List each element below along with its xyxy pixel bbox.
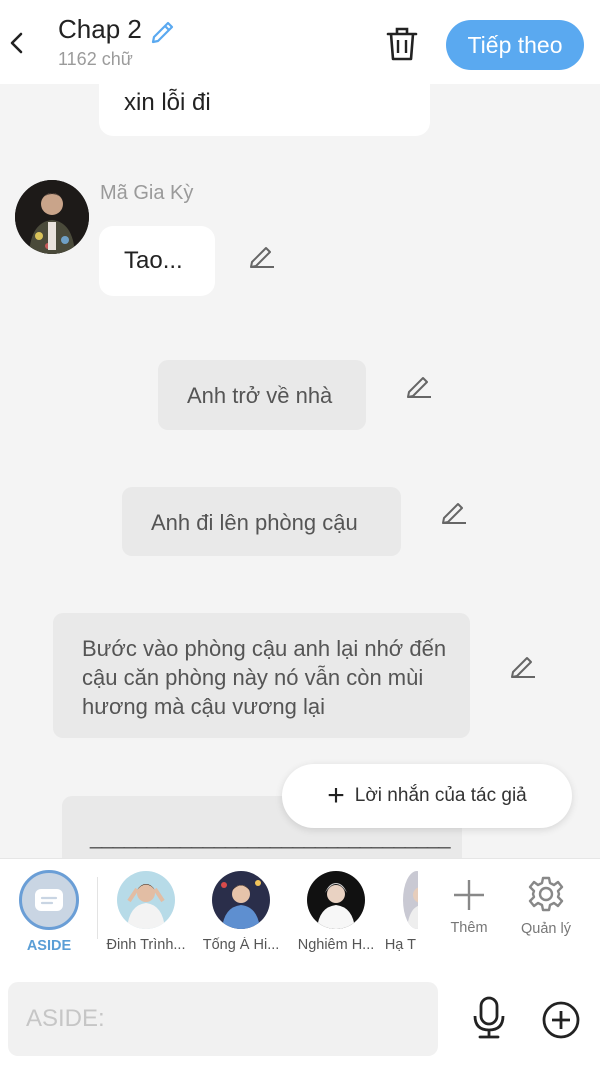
narration-bubble[interactable]: Anh đi lên phòng cậu: [122, 487, 401, 556]
author-note-button[interactable]: + Lời nhắn của tác giả: [282, 764, 572, 828]
character-label: ASIDE: [26, 938, 72, 954]
character-avatar: [212, 871, 270, 929]
composer: [0, 970, 600, 1068]
character-label: Hạ T: [384, 937, 416, 953]
edit-pencil-icon[interactable]: [404, 370, 434, 400]
edit-pencil-icon[interactable]: [247, 240, 277, 270]
manage-characters-button[interactable]: Quản lý: [511, 873, 581, 937]
next-button[interactable]: Tiếp theo: [446, 20, 584, 70]
back-arrow-icon[interactable]: [6, 26, 28, 60]
trash-icon[interactable]: [384, 24, 420, 64]
message-input[interactable]: [8, 982, 438, 1056]
character-item-partial[interactable]: Hạ T: [372, 871, 418, 953]
plus-icon: +: [327, 779, 345, 812]
gear-icon: [528, 876, 564, 912]
character-bar: ASIDE Đinh Trình... Tống Á Hi... Nghiêm …: [0, 858, 600, 970]
message-text: xin lỗi đi: [124, 89, 211, 116]
narration-text: Anh trở về nhà: [187, 383, 333, 408]
plus-icon: [454, 880, 484, 910]
character-avatar: [307, 871, 365, 929]
speaker-message-bubble[interactable]: Tao...: [99, 226, 215, 296]
narration-bubble[interactable]: Bước vào phòng cậu anh lại nhớ đến cậu c…: [53, 613, 470, 738]
narration-text: Bước vào phòng cậu anh lại nhớ đến cậu c…: [82, 636, 447, 719]
chat-story-editor: xin lỗi đi Chap 2 1162 chữ Tiếp theo Mã …: [0, 0, 600, 1068]
add-character-button[interactable]: Thêm: [434, 873, 504, 936]
chapter-title: Chap 2: [58, 14, 142, 44]
character-aside[interactable]: ASIDE: [4, 870, 94, 954]
edit-pencil-icon[interactable]: [439, 496, 469, 526]
author-note-label: Lời nhắn của tác giả: [354, 785, 527, 806]
character-item[interactable]: Nghiêm H...: [291, 871, 381, 953]
character-label: Nghiêm H...: [297, 937, 375, 953]
character-item[interactable]: Tống Á Hi...: [196, 871, 286, 953]
word-count: 1162 chữ: [58, 49, 133, 69]
narration-text: Anh đi lên phòng cậu: [151, 510, 358, 535]
character-avatar: [403, 871, 418, 929]
add-circle-icon[interactable]: [541, 1000, 581, 1040]
message-text: Tao...: [124, 247, 183, 274]
narration-bubble[interactable]: Anh trở về nhà: [158, 360, 366, 430]
aside-avatar: [19, 870, 79, 930]
add-label: Thêm: [450, 920, 488, 936]
character-avatar: [117, 871, 175, 929]
edit-title-pencil-icon[interactable]: [148, 15, 178, 45]
character-label: Đinh Trình...: [106, 937, 186, 953]
edit-pencil-icon[interactable]: [508, 650, 538, 680]
aside-comment-icon: [35, 889, 63, 911]
microphone-icon[interactable]: [470, 996, 508, 1040]
speaker-name: Mã Gia Kỳ: [100, 182, 194, 204]
manage-label: Quản lý: [521, 921, 571, 937]
character-label: Tống Á Hi...: [202, 937, 280, 953]
divider: [97, 877, 98, 939]
speaker-avatar[interactable]: [15, 180, 89, 254]
title-block: Chap 2 1162 chữ: [58, 14, 178, 70]
header: Chap 2 1162 chữ Tiếp theo: [0, 0, 600, 84]
character-item[interactable]: Đinh Trình...: [101, 871, 191, 953]
